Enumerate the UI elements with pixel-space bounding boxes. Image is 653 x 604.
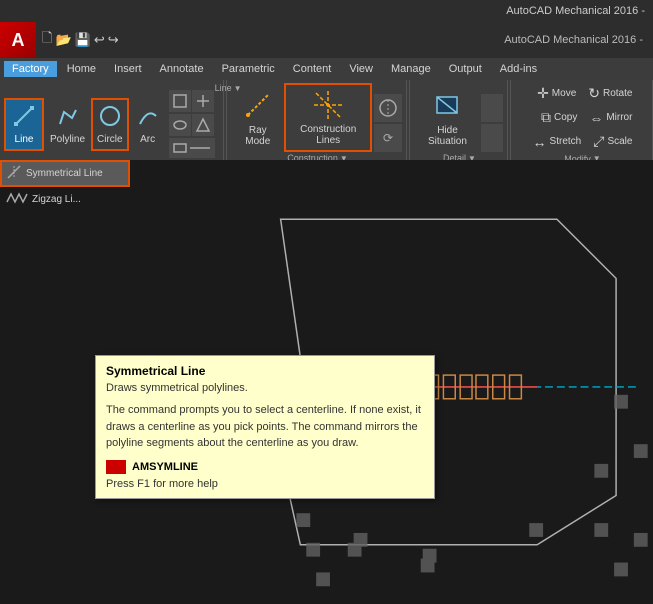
ribbon-modify-group: ✛ Move ↻ Rotate ⧉ Copy ⇔ Mirror <box>513 80 653 168</box>
save-icon[interactable]: 💾 <box>75 32 91 48</box>
hide-situation-button[interactable]: Hide Situation <box>416 86 479 152</box>
divider-2 <box>409 80 410 168</box>
tooltip-detail: The command prompts you to select a cent… <box>106 402 424 452</box>
acad-menu-button[interactable]: A <box>0 22 36 58</box>
move-button[interactable]: ✛ Move <box>532 82 581 105</box>
circle-button[interactable]: Circle <box>91 98 129 151</box>
mirror-icon: ⇔ <box>589 110 603 126</box>
copy-button[interactable]: ⧉ Copy <box>536 106 582 129</box>
circle-icon <box>98 104 122 132</box>
rotate-button[interactable]: ↻ Rotate <box>583 82 637 105</box>
tooltip-cmd-row: AMSYMLINE <box>106 460 424 474</box>
modify-group-items: ✛ Move ↻ Rotate ⧉ Copy ⇔ Mirror <box>528 82 638 153</box>
menu-annotate[interactable]: Annotate <box>152 61 212 77</box>
mirror-button[interactable]: ⇔ Mirror <box>584 106 637 129</box>
ribbon-construction-group: Ray Mode Construction Lines <box>229 80 407 168</box>
new-icon[interactable]: 🗋 <box>42 29 52 51</box>
redo-icon[interactable]: ↪ <box>108 32 119 48</box>
title-bar-text: AutoCAD Mechanical 2016 - <box>125 34 653 46</box>
stretch-icon: ↔ <box>533 134 547 150</box>
drawing-area[interactable]: Symmetrical Line Zigzag Li... Symmetrica… <box>0 160 653 604</box>
symmetrical-line-icon <box>6 164 22 183</box>
arc-icon <box>136 104 160 132</box>
ray-mode-button[interactable]: Ray Mode <box>233 86 282 152</box>
ribbon: Line Polyline <box>0 80 653 169</box>
ray-mode-icon <box>244 91 272 123</box>
detail-extra <box>481 94 503 152</box>
menu-manage[interactable]: Manage <box>383 61 439 77</box>
zigzag-icon <box>6 190 28 209</box>
title-text: AutoCAD Mechanical 2016 - <box>506 5 645 17</box>
left-panel: Symmetrical Line Zigzag Li... <box>0 160 130 212</box>
tooltip-desc: Draws symmetrical polylines. <box>106 382 424 394</box>
scale-icon: ⤢ <box>593 133 604 150</box>
tooltip-title: Symmetrical Line <box>106 364 424 378</box>
menu-output[interactable]: Output <box>441 61 490 77</box>
extra-btn-2[interactable] <box>192 90 214 112</box>
tooltip-cmd-icon <box>106 460 126 474</box>
symmetrical-line-label: Symmetrical Line <box>26 168 103 179</box>
move-icon: ✛ <box>537 85 549 102</box>
ribbon-draw-group: Line Polyline <box>0 80 224 168</box>
tooltip-cmd-text: AMSYMLINE <box>132 461 198 473</box>
const-extra-2[interactable]: ⟳ <box>374 124 402 152</box>
construction-lines-button[interactable]: Construction Lines <box>284 83 372 152</box>
construction-group-items: Ray Mode Construction Lines <box>233 82 402 152</box>
hide-situation-icon <box>433 91 461 123</box>
extra-btn-1[interactable] <box>169 90 191 112</box>
construction-extra: ⟳ <box>374 94 402 152</box>
detail-extra-1[interactable] <box>481 94 503 122</box>
zigzag-label: Zigzag Li... <box>32 194 81 205</box>
menu-view[interactable]: View <box>341 61 381 77</box>
polyline-button[interactable]: Polyline <box>45 99 90 150</box>
menu-home[interactable]: Home <box>59 61 104 77</box>
ribbon-detail-group: Hide Situation Detail ▼ <box>412 80 508 168</box>
extra-btn-5[interactable] <box>169 138 215 158</box>
undo-icon[interactable]: ↩ <box>94 32 105 48</box>
svg-text:⟳: ⟳ <box>383 131 393 145</box>
menu-insert[interactable]: Insert <box>106 61 150 77</box>
construction-lines-icon <box>312 89 344 124</box>
menu-factory[interactable]: Factory <box>4 61 57 77</box>
menu-parametric[interactable]: Parametric <box>214 61 283 77</box>
detail-extra-2[interactable] <box>481 124 503 152</box>
draw-extra-col <box>169 90 215 158</box>
arc-button[interactable]: Arc <box>130 99 166 150</box>
detail-group-items: Hide Situation <box>416 82 503 152</box>
tooltip-help: Press F1 for more help <box>106 478 424 490</box>
extra-btn-4[interactable] <box>192 114 214 136</box>
zigzag-line-item[interactable]: Zigzag Li... <box>0 187 130 212</box>
menu-bar: Factory Home Insert Annotate Parametric … <box>0 58 653 80</box>
divider-3 <box>510 80 511 168</box>
construction-lines-label: Construction Lines <box>292 124 364 146</box>
const-extra-1[interactable] <box>374 94 402 122</box>
line-icon <box>12 104 36 132</box>
menu-addins[interactable]: Add-ins <box>492 61 545 77</box>
tooltip-popup: Symmetrical Line Draws symmetrical polyl… <box>95 355 435 499</box>
polyline-icon <box>56 104 80 132</box>
extra-btn-3[interactable] <box>169 114 191 136</box>
stretch-button[interactable]: ↔ Stretch <box>528 130 587 153</box>
open-icon[interactable]: 📂 <box>55 32 71 48</box>
hide-situation-label: Hide Situation <box>421 125 474 147</box>
ray-mode-label: Ray Mode <box>238 125 277 147</box>
rotate-icon: ↻ <box>588 85 600 102</box>
scale-button[interactable]: ⤢ Scale <box>588 130 637 153</box>
copy-icon: ⧉ <box>541 109 551 126</box>
symmetrical-line-item[interactable]: Symmetrical Line <box>0 160 130 187</box>
title-bar: AutoCAD Mechanical 2016 - <box>0 0 653 22</box>
line-button[interactable]: Line <box>4 98 44 151</box>
divider-1 <box>226 80 227 168</box>
menu-content[interactable]: Content <box>285 61 340 77</box>
